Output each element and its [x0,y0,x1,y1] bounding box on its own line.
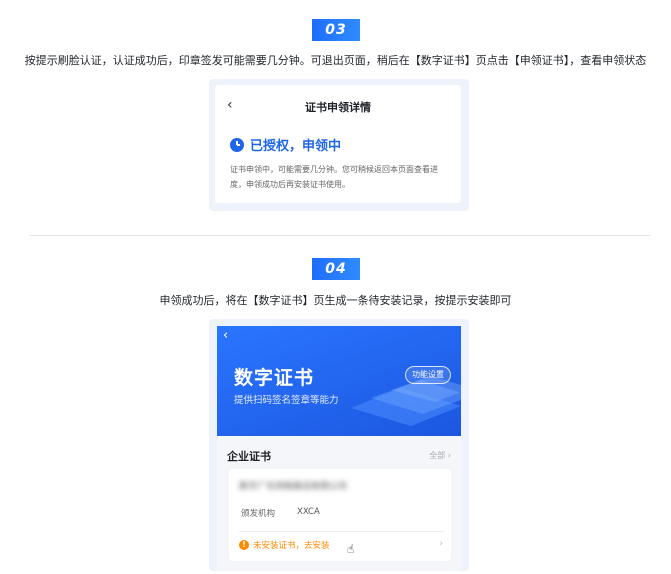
chevron-left-icon[interactable]: ‹ [223,328,228,343]
step-04-badge: 04 [312,258,360,280]
banner-subtitle: 提供扫码签名签章等能力 [234,395,339,406]
page-title: 证书申领详情 [305,101,371,114]
function-settings-button[interactable]: 功能设置 [405,366,451,384]
chevron-right-icon[interactable]: › [439,539,443,549]
section-title: 企业证书 [227,450,271,463]
banner-title: 数字证书 [234,367,315,389]
install-link[interactable]: 未安装证书，去安装 [253,539,330,551]
enterprise-cert-section: 企业证书 全部 › 数字广东网络建设有限公司 颁发机构 XXCA ! 未安装证书… [217,436,461,571]
install-prompt[interactable]: ! 未安装证书，去安装 [239,539,330,551]
status-row: 已授权，申领中 [230,135,341,154]
company-name: 数字广东网络建设有限公司 [239,482,348,492]
cert-screenshot-frame: ‹ 数字证书 提供扫码签名签章等能力 功能设置 企业证书 全部 › 数字广东网络… [209,319,469,571]
digital-cert-banner: ‹ 数字证书 提供扫码签名签章等能力 功能设置 [217,326,461,436]
section-divider [30,235,650,236]
status-text: 已授权，申领中 [250,139,342,154]
issuer-value: XXCA [297,507,320,517]
step-03-description: 按提示刷脸认证，认证成功后，印章签发可能需要几分钟。可退出页面，稍后在【数字证书… [24,54,647,67]
step-04-description: 申领成功后，将在【数字证书】页生成一条待安装记录，按提示安装即可 [159,294,512,307]
card-divider [239,531,445,532]
certificate-card[interactable]: 数字广东网络建设有限公司 颁发机构 XXCA ! 未安装证书，去安装 ☝ › [229,469,451,561]
view-all-link[interactable]: 全部 › [429,450,451,461]
detail-screenshot-frame: ‹ 证书申领详情 已授权，申领中 证书申领中，可能需要几分钟。您可稍候返回本页面… [209,79,469,211]
warning-icon: ! [239,540,249,550]
step-03-badge: 03 [312,19,360,41]
status-note: 证书申领中，可能需要几分钟。您可稍候返回本页面查看进度，申领成功后再安装证书使用… [230,165,438,189]
issuer-label: 颁发机构 [241,509,276,519]
clock-icon [230,137,244,152]
hand-cursor-icon: ☝ [347,542,355,556]
certificate-detail-card: ‹ 证书申领详情 已授权，申领中 证书申领中，可能需要几分钟。您可稍候返回本页面… [215,85,461,203]
